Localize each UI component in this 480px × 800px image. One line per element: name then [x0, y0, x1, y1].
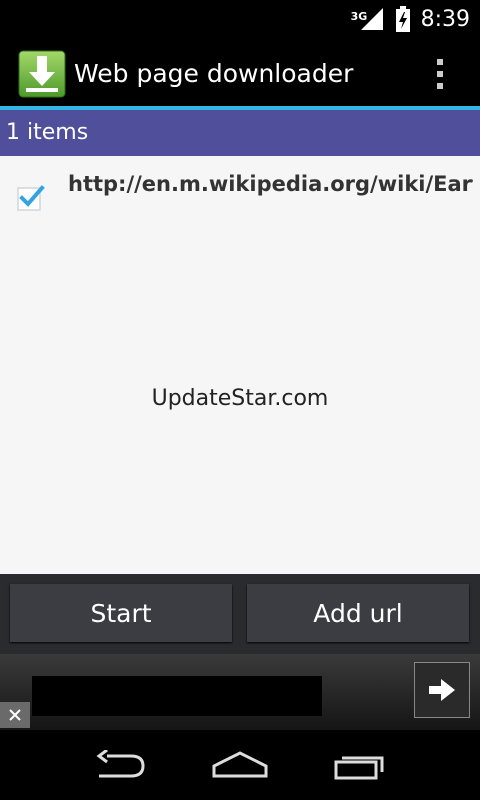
- button-bar: Start Add url: [0, 574, 480, 654]
- back-icon: [96, 750, 145, 778]
- status-bar: 3G 8:39: [0, 0, 480, 38]
- arrow-right-icon: [429, 679, 455, 701]
- items-count-header: 1 items: [0, 110, 480, 156]
- network-type-label: 3G: [350, 10, 368, 23]
- app-title: Web page downloader: [74, 59, 354, 88]
- navigation-bar: [0, 730, 480, 800]
- ad-banner[interactable]: [0, 654, 480, 730]
- signal-indicator: 3G: [351, 6, 385, 32]
- checkbox-checked-icon[interactable]: [16, 182, 46, 212]
- list-item[interactable]: http://en.m.wikipedia.org/wiki/Earth: [0, 156, 480, 236]
- download-app-icon: [18, 50, 66, 98]
- ad-arrow-button[interactable]: [414, 662, 470, 718]
- url-list: http://en.m.wikipedia.org/wiki/Earth Upd…: [0, 156, 480, 574]
- battery-icon: [395, 6, 410, 32]
- ad-close-button[interactable]: [0, 702, 30, 728]
- recent-apps-icon: [334, 756, 384, 780]
- ad-content[interactable]: [32, 676, 322, 716]
- clock: 8:39: [420, 6, 470, 32]
- status-icons: 3G 8:39: [351, 0, 470, 38]
- back-button[interactable]: [80, 742, 160, 788]
- item-url: http://en.m.wikipedia.org/wiki/Earth: [68, 172, 473, 196]
- overflow-menu-icon[interactable]: [436, 58, 444, 90]
- close-icon: [9, 709, 21, 721]
- recent-apps-button[interactable]: [320, 742, 400, 788]
- home-icon: [212, 751, 268, 778]
- home-button[interactable]: [200, 742, 280, 788]
- watermark-text: UpdateStar.com: [151, 386, 329, 411]
- start-button[interactable]: Start: [10, 584, 232, 642]
- add-url-button[interactable]: Add url: [247, 584, 469, 642]
